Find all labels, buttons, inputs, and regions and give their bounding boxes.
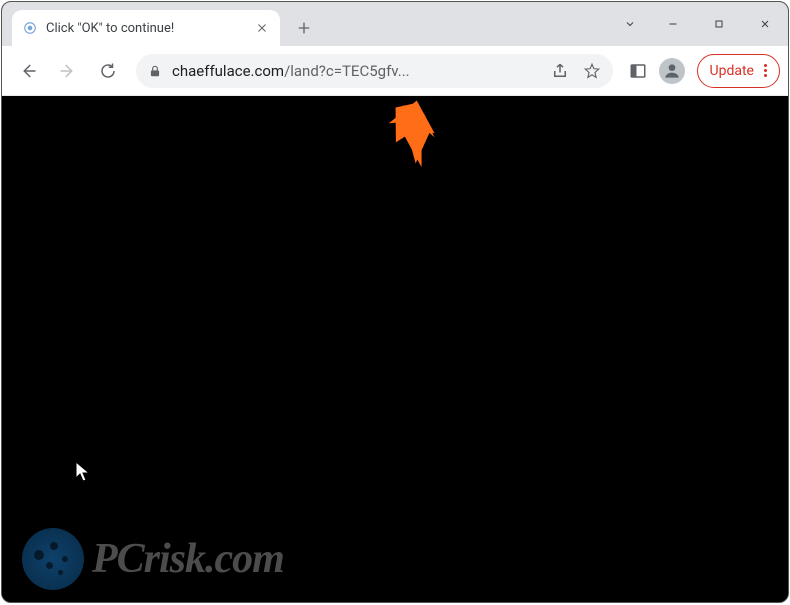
url-text: chaeffulace.com/land?c=TEC5gfv...	[172, 62, 410, 80]
minimize-button[interactable]	[650, 2, 696, 46]
back-button[interactable]	[10, 53, 46, 89]
watermark-logo-icon	[22, 528, 84, 590]
titlebar: Click "OK" to continue!	[2, 2, 788, 46]
forward-button	[50, 53, 86, 89]
close-window-button[interactable]	[742, 2, 788, 46]
mouse-cursor-icon	[75, 461, 91, 483]
update-button[interactable]: Update	[697, 54, 780, 88]
extensions-area	[629, 58, 685, 84]
bookmark-star-icon[interactable]	[583, 62, 601, 80]
update-label: Update	[710, 63, 754, 79]
tab-favicon-icon	[22, 20, 38, 36]
toolbar: chaeffulace.com/land?c=TEC5gfv... Update	[2, 46, 788, 96]
tab-search-button[interactable]	[610, 2, 650, 46]
side-panel-icon[interactable]	[629, 62, 647, 80]
window-controls	[610, 2, 788, 46]
browser-window: Click "OK" to continue!	[1, 1, 789, 603]
url-path: /land?c=TEC5gfv...	[284, 62, 410, 80]
annotation-arrow-icon	[382, 100, 440, 170]
new-tab-button[interactable]	[290, 14, 318, 42]
profile-avatar[interactable]	[659, 58, 685, 84]
close-tab-icon[interactable]	[254, 20, 270, 36]
address-bar[interactable]: chaeffulace.com/land?c=TEC5gfv...	[136, 54, 613, 88]
browser-tab[interactable]: Click "OK" to continue!	[12, 10, 280, 46]
menu-dots-icon	[764, 64, 767, 77]
watermark: PCrisk.com	[22, 528, 284, 590]
share-icon[interactable]	[551, 62, 569, 80]
reload-button[interactable]	[90, 53, 126, 89]
maximize-button[interactable]	[696, 2, 742, 46]
page-viewport: PCrisk.com	[2, 96, 788, 602]
tab-title: Click "OK" to continue!	[46, 21, 246, 36]
lock-icon	[148, 64, 162, 78]
watermark-text: PCrisk.com	[92, 535, 284, 583]
url-domain: chaeffulace.com	[172, 62, 284, 80]
